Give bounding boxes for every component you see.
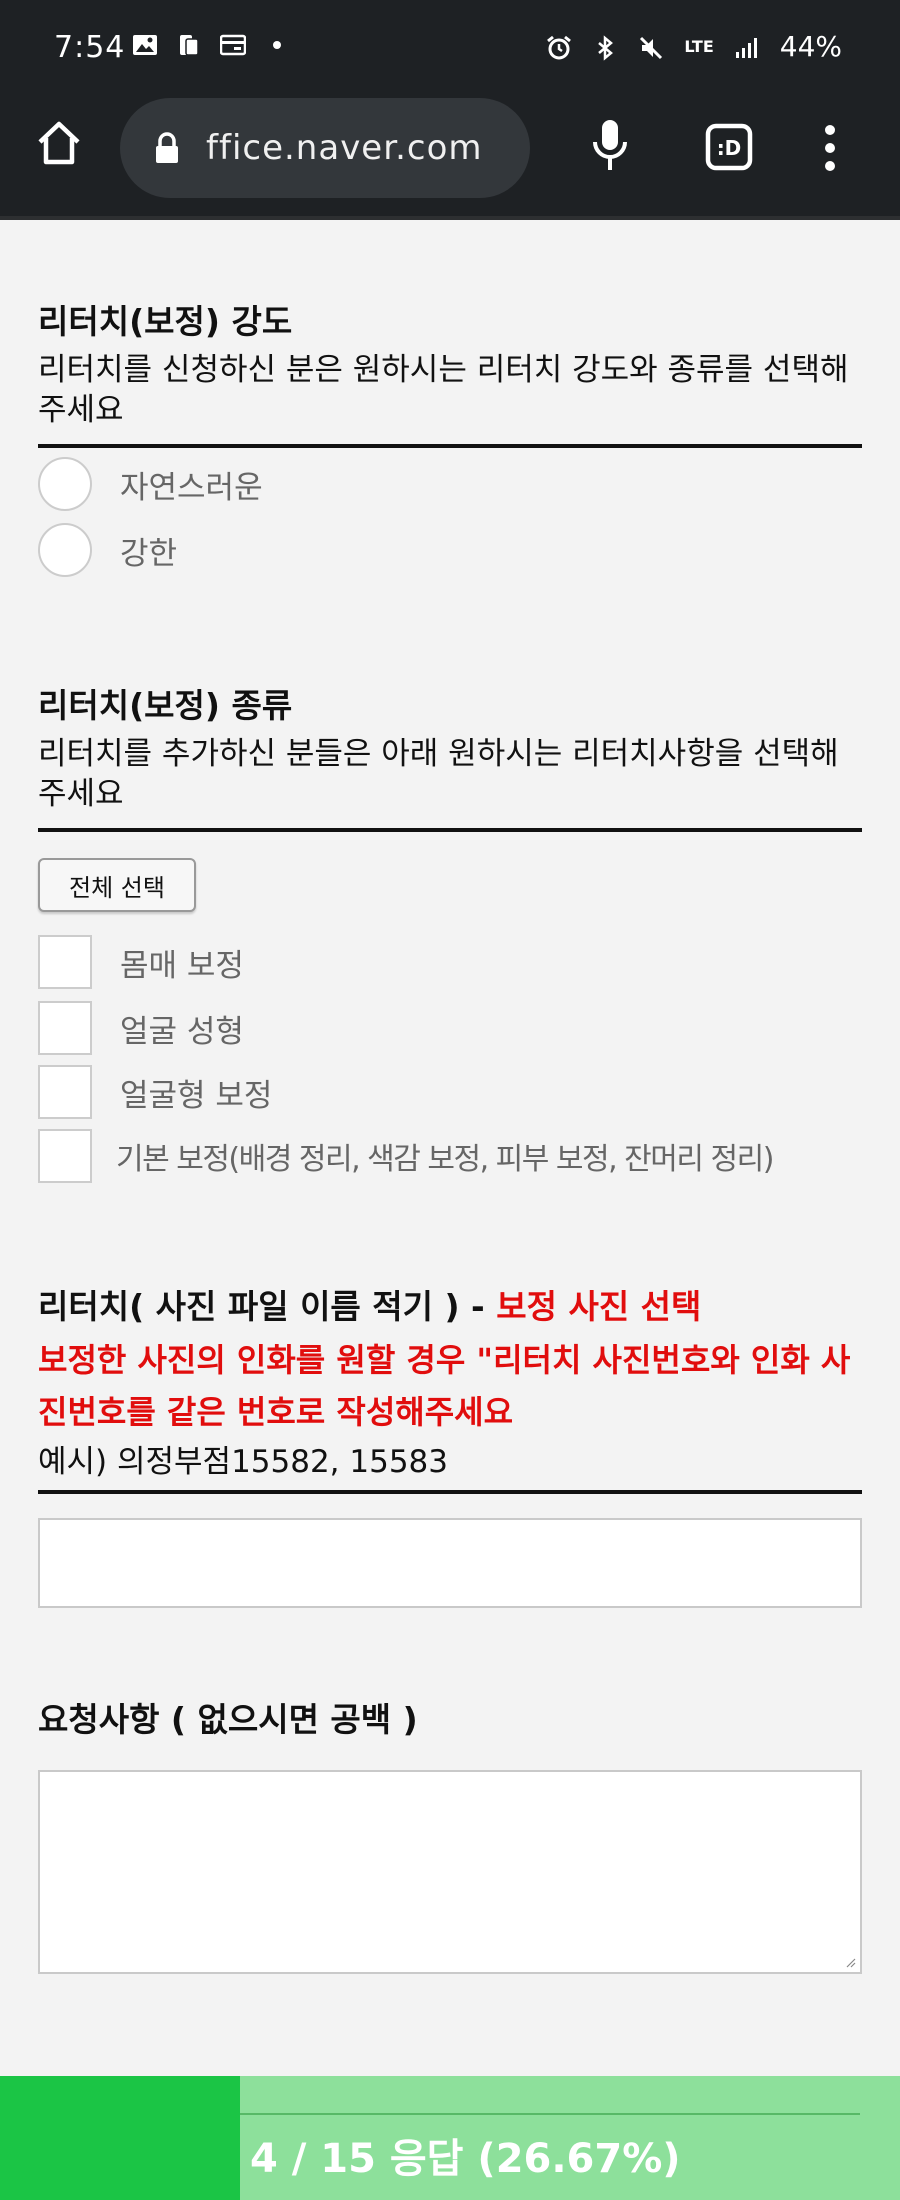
checkbox-label-body: 몸매 보정 [120, 948, 244, 984]
card-icon [220, 33, 246, 57]
retouch-photo-example: 예시) 의정부점15582, 15583 [38, 1444, 449, 1480]
retouch-type-body: 전체 선택 몸매 보정 얼굴 성형 얼굴형 보정 기본 보정(배경 정리, 색감… [38, 832, 862, 1202]
svg-text::D: :D [717, 136, 742, 160]
retouch-photo-input[interactable] [38, 1518, 862, 1608]
radio-natural[interactable] [38, 457, 92, 511]
radio-label-strong: 강한 [120, 536, 178, 572]
url-text: ffice.naver.com [206, 128, 483, 168]
battery-label: 44% [779, 30, 842, 63]
checkbox-body[interactable] [38, 935, 92, 989]
select-all-button[interactable]: 전체 선택 [38, 858, 196, 912]
progress-footer-line [240, 2113, 860, 2115]
network-type-label: LTE [684, 37, 714, 56]
retouch-photo-section: 리터치( 사진 파일 이름 적기 ) - 보정 사진 선택 보정한 사진의 인화… [38, 1284, 862, 1614]
retouch-strength-title: 리터치(보정) 강도 [38, 302, 293, 341]
retouch-strength-description: 리터치를 신청하신 분은 원하시는 리터치 강도와 종류를 선택해주세요 [38, 352, 849, 428]
browser-chrome: 7:54 LTE 44% ffice.naver.com:D [0, 0, 900, 220]
requests-textarea[interactable] [38, 1770, 862, 1974]
retouch-photo-title-text: 리터치( 사진 파일 이름 적기 ) - [38, 1287, 497, 1326]
radio-option-natural[interactable]: 자연스러운 [38, 450, 862, 516]
tab-switcher-icon: :D [705, 123, 753, 171]
checkbox-option-face-surgery[interactable]: 얼굴 성형 [38, 994, 862, 1060]
mute-icon [638, 35, 664, 59]
microphone-icon [593, 120, 627, 170]
status-icons-left [132, 33, 290, 57]
status-bar: 7:54 LTE 44% [0, 0, 900, 100]
requests-title: 요청사항 ( 없으시면 공백 ) [38, 1700, 418, 1739]
retouch-type-section: 리터치(보정) 종류 리터치를 추가하신 분들은 아래 원하시는 리터치사항을 … [38, 684, 862, 1202]
checkbox-label-face-surgery: 얼굴 성형 [120, 1014, 244, 1050]
checkbox-option-face-shape[interactable]: 얼굴형 보정 [38, 1058, 862, 1124]
more-vert-icon [825, 125, 835, 171]
progress-fill [0, 2076, 241, 2200]
retouch-type-title: 리터치(보정) 종류 [38, 686, 293, 725]
alarm-icon [546, 35, 572, 59]
browser-toolbar: ffice.naver.com :D [0, 98, 900, 198]
requests-input-wrap [38, 1742, 862, 1974]
radio-label-natural: 자연스러운 [120, 470, 263, 506]
bluetooth-icon [592, 34, 618, 61]
retouch-strength-divider [38, 444, 862, 448]
address-bar[interactable]: ffice.naver.com [120, 98, 530, 198]
lock-icon [154, 132, 180, 164]
home-icon [38, 121, 80, 165]
checkbox-option-body[interactable]: 몸매 보정 [38, 928, 862, 994]
checkbox-face-surgery[interactable] [38, 1001, 92, 1055]
requests-section: 요청사항 ( 없으시면 공백 ) [38, 1698, 862, 1974]
checkbox-face-shape[interactable] [38, 1065, 92, 1119]
progress-footer: 4 / 15 응답 (26.67%) [0, 2076, 900, 2200]
retouch-type-description: 리터치를 추가하신 분들은 아래 원하시는 리터치사항을 선택해주세요 [38, 736, 839, 812]
radio-option-strong[interactable]: 강한 [38, 516, 862, 582]
tab-switcher-button[interactable]: :D [704, 122, 754, 172]
retouch-photo-title: 리터치( 사진 파일 이름 적기 ) - 보정 사진 선택 [38, 1284, 862, 1330]
voice-search-button[interactable] [590, 116, 630, 178]
retouch-photo-title-highlight: 보정 사진 선택 [496, 1287, 702, 1326]
resize-grip-icon[interactable] [846, 1958, 856, 1968]
status-time: 7:54 [54, 30, 126, 65]
sim-card-icon [176, 33, 202, 57]
more-menu-button[interactable] [818, 120, 842, 176]
progress-label: 4 / 15 응답 (26.67%) [250, 2136, 681, 2182]
retouch-photo-notice: 보정한 사진의 인화를 원할 경우 "리터치 사진번호와 인화 사진번호를 같은… [38, 1341, 851, 1431]
checkbox-basic[interactable] [38, 1129, 92, 1183]
retouch-strength-section: 리터치(보정) 강도 리터치를 신청하신 분은 원하시는 리터치 강도와 종류를… [38, 300, 862, 582]
checkbox-option-basic[interactable]: 기본 보정(배경 정리, 색감 보정, 피부 보정, 잔머리 정리) [38, 1122, 862, 1188]
notification-dot-icon [264, 33, 290, 57]
checkbox-label-face-shape: 얼굴형 보정 [120, 1078, 273, 1114]
chrome-divider [0, 216, 900, 220]
checkbox-label-basic: 기본 보정(배경 정리, 색감 보정, 피부 보정, 잔머리 정리) [116, 1142, 774, 1177]
status-icons-right: LTE 44% [546, 30, 842, 63]
retouch-photo-input-wrap [38, 1494, 862, 1614]
signal-icon [734, 35, 760, 59]
radio-strong[interactable] [38, 523, 92, 577]
home-button[interactable] [34, 118, 84, 168]
gallery-icon [132, 33, 158, 57]
